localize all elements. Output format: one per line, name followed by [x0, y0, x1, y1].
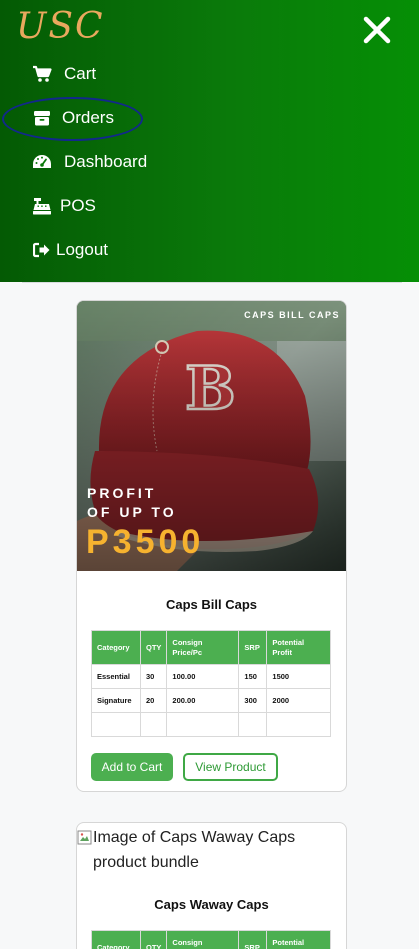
divider	[22, 282, 402, 283]
menu-label-pos: POS	[60, 196, 96, 215]
table-cell: Signature	[91, 688, 141, 713]
promo-line-2: OF UP TO	[87, 504, 177, 520]
column-header: SRP	[238, 630, 268, 665]
table-cell: 1500	[266, 664, 331, 689]
table-row: Essential 30 100.00 150 1500	[91, 664, 331, 689]
table-cell: 150	[238, 664, 268, 689]
product-title: Caps Waway Caps	[154, 897, 269, 912]
table-cell: 20	[139, 688, 168, 713]
column-header: QTY	[139, 630, 168, 665]
column-header: Consign Price/Pc	[166, 630, 240, 665]
add-to-cart-button[interactable]: Add to Cart	[91, 753, 173, 781]
table-row	[91, 712, 331, 737]
menu-item-cart[interactable]: Cart	[32, 64, 96, 84]
column-header: QTY	[139, 930, 168, 949]
column-header: Potential Profit	[266, 930, 331, 949]
column-header: Category	[91, 930, 141, 949]
menu-label-dashboard: Dashboard	[64, 152, 148, 171]
product-image-broken[interactable]: Image of Caps Waway Caps product bundle	[77, 823, 346, 888]
table-cell	[91, 712, 141, 737]
broken-image-icon	[77, 829, 93, 845]
menu-item-logout[interactable]: Logout	[32, 240, 108, 260]
pricing-table: Category QTY Consign Price/Pc SRP Potent…	[91, 930, 331, 949]
column-header: SRP	[238, 930, 268, 949]
highlight-annotation	[2, 97, 143, 141]
close-icon[interactable]	[361, 14, 393, 46]
promo-amount: P3500	[86, 523, 205, 561]
menu-label-cart: Cart	[64, 64, 97, 83]
table-cell: 100.00	[166, 664, 240, 689]
column-header: Potential Profit	[266, 630, 331, 665]
card-actions: Add to Cart View Product	[91, 753, 346, 781]
image-alt-text: Image of Caps Waway Caps product bundle	[93, 829, 296, 871]
menu-item-dashboard[interactable]: Dashboard	[32, 152, 147, 172]
gauge-icon	[32, 152, 52, 172]
table-cell: 200.00	[166, 688, 240, 713]
table-header-row: Category QTY Consign Price/Pc SRP Potent…	[91, 630, 331, 665]
table-cell	[238, 712, 268, 737]
table-header-row: Category QTY Consign Price/Pc SRP Potent…	[91, 930, 331, 949]
brand-logo[interactable]: USC	[16, 6, 105, 47]
table-row: Signature 20 200.00 300 2000	[91, 688, 331, 713]
image-tag: CAPS BILL CAPS	[244, 310, 340, 320]
cash-register-icon	[32, 196, 52, 216]
table-cell: 30	[139, 664, 168, 689]
column-header: Consign Price/Pc	[166, 930, 240, 949]
cart-icon	[32, 64, 52, 84]
menu-item-pos[interactable]: POS	[32, 196, 96, 216]
table-cell	[266, 712, 331, 737]
menu-label-logout: Logout	[56, 240, 108, 259]
table-cell: 300	[238, 688, 268, 713]
product-card: Image of Caps Waway Caps product bundle …	[76, 822, 347, 949]
table-cell: 2000	[266, 688, 331, 713]
view-product-button[interactable]: View Product	[183, 753, 278, 781]
promo-line-1: PROFIT	[87, 485, 157, 501]
table-cell	[139, 712, 168, 737]
product-card: B CAPS BILL CAPS PROFIT OF UP TO P3500 C…	[76, 300, 347, 792]
table-cell: Essential	[91, 664, 141, 689]
product-image[interactable]: B CAPS BILL CAPS PROFIT OF UP TO P3500	[77, 301, 346, 571]
table-cell	[166, 712, 240, 737]
nav-header: USC Cart Orders Dashboard POS Logout	[0, 0, 419, 282]
column-header: Category	[91, 630, 141, 665]
sign-out-icon	[32, 240, 52, 260]
pricing-table: Category QTY Consign Price/Pc SRP Potent…	[91, 630, 331, 737]
product-title: Caps Bill Caps	[165, 597, 258, 612]
